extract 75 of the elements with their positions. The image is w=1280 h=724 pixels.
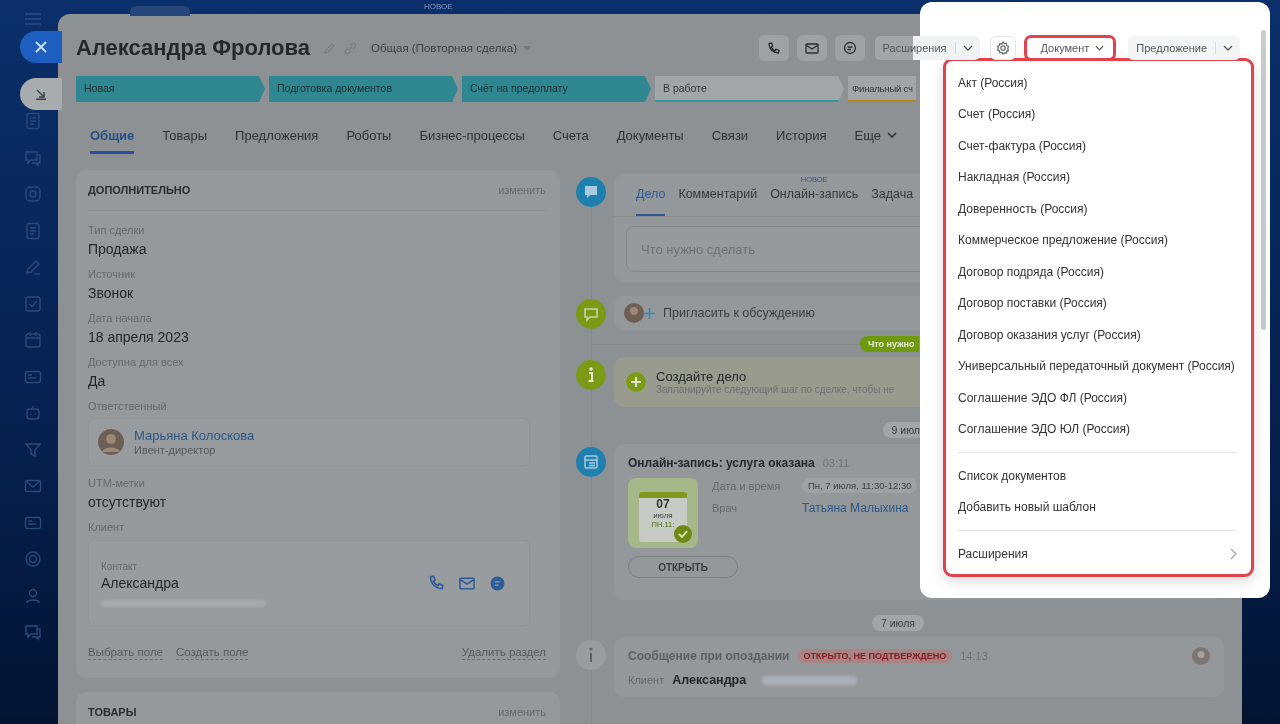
- menu-item[interactable]: Список документов: [946, 460, 1251, 492]
- tab[interactable]: Предложения: [235, 116, 319, 154]
- menu-item[interactable]: Счет (Россия): [946, 98, 1251, 130]
- day-number: 07: [656, 498, 670, 511]
- invite-label: Пригласить к обсуждению: [663, 306, 815, 320]
- menu-item-label: Коммерческое предложение (Россия): [958, 233, 1168, 248]
- person-link[interactable]: Марьяна Колоскова: [134, 428, 255, 444]
- extensions-button[interactable]: Расширения: [874, 36, 980, 60]
- tab[interactable]: Общие: [90, 116, 135, 154]
- menu-item-label: Договор поставки (Россия): [958, 296, 1107, 311]
- activity-tab[interactable]: Дело: [636, 174, 666, 216]
- menu-item-label: Счет-фактура (Россия): [958, 138, 1086, 153]
- offer-button[interactable]: Предложение: [1128, 36, 1240, 60]
- menu-item[interactable]: Акт (Россия): [946, 67, 1251, 99]
- stage-step[interactable]: В работе: [655, 76, 844, 102]
- menu-item-label: Счет (Россия): [958, 107, 1036, 122]
- tab[interactable]: Счета: [552, 116, 589, 154]
- menu-item[interactable]: Накладная (Россия): [946, 161, 1251, 193]
- tab-label: Задача: [871, 187, 914, 201]
- message-title: Сообщение при опоздании: [628, 649, 790, 663]
- tab-label: Комментарий: [678, 187, 758, 201]
- status-badge: ОТКРЫТО, НЕ ПОДТВЕРЖДЕНО: [797, 649, 953, 663]
- todo-pill: Что нужно: [860, 336, 920, 352]
- create-task-title: Создайте дело: [656, 369, 748, 384]
- menu-item-label: Расширения: [958, 546, 1028, 561]
- month-label: июля: [653, 511, 673, 520]
- tab[interactable]: Связи: [711, 116, 749, 154]
- person-role: Ивент-директор: [134, 444, 217, 456]
- menu-item-label: Соглашение ЭДО ЮЛ (Россия): [958, 422, 1130, 437]
- client-name: Александра: [672, 673, 747, 687]
- menu-item-label: Договор оказания услуг (Россия): [958, 327, 1141, 342]
- menu-item-label: Добавить новый шаблон: [958, 500, 1096, 515]
- field-link[interactable]: Создать поле: [176, 644, 249, 660]
- section-title: ДОПОЛНИТЕЛЬНО: [88, 184, 191, 196]
- tab[interactable]: Бизнес-процессы: [419, 116, 525, 154]
- stage-step[interactable]: Новая: [76, 76, 265, 102]
- menu-item[interactable]: Соглашение ЭДО ЮЛ (Россия): [946, 413, 1251, 445]
- field-value: Да: [88, 372, 107, 391]
- menu-item-label: Список документов: [958, 468, 1067, 483]
- date-time-chip: Пн, 7 июля, 11:30-12:30: [802, 478, 918, 493]
- tab-label: Онлайн-запись: [770, 187, 859, 201]
- menu-item-label: Доверенность (Россия): [958, 201, 1088, 216]
- tab[interactable]: Еще: [854, 116, 897, 154]
- contact-name: Александра: [101, 574, 180, 592]
- menu-item[interactable]: Добавить новый шаблон: [946, 491, 1251, 523]
- tab[interactable]: История: [776, 116, 827, 154]
- field-value: Звонок: [88, 284, 135, 303]
- new-label: НОВОЕ: [424, 2, 453, 11]
- menu-item-label: Акт (Россия): [958, 75, 1028, 90]
- tab[interactable]: Документы: [616, 116, 684, 154]
- activity-tab[interactable]: Комментарий: [678, 174, 758, 216]
- menu-item[interactable]: Доверенность (Россия): [946, 193, 1251, 225]
- delete-section-link[interactable]: Удалить раздел: [461, 644, 546, 660]
- activity-tab[interactable]: Задача: [871, 174, 914, 216]
- category-selector[interactable]: Общая (Повторная сделка): [365, 42, 531, 54]
- tab-label: Дело: [636, 187, 666, 201]
- section-title: ТОВАРЫ: [88, 706, 137, 718]
- tab[interactable]: Товары: [162, 116, 208, 154]
- menu-item-label: Накладная (Россия): [958, 170, 1070, 185]
- field-value: отсутствуют: [88, 493, 168, 512]
- menu-item-label: Соглашение ЭДО ФЛ (Россия): [958, 390, 1128, 405]
- field-link[interactable]: Выбрать поле: [88, 644, 163, 660]
- deal-title: Александра Фролова: [76, 35, 310, 61]
- booking-title: Онлайн-запись: услуга оказана: [628, 456, 815, 470]
- field-value: Продажа: [88, 240, 148, 259]
- tab[interactable]: Роботы: [346, 116, 392, 154]
- document-button[interactable]: Документ: [1023, 35, 1117, 61]
- field-value: 18 апреля 2023: [88, 328, 190, 347]
- doctor-link[interactable]: Татьяна Малыхина: [802, 501, 918, 515]
- stage-step[interactable]: Финальный сч: [848, 76, 916, 102]
- menu-item[interactable]: Счет-фактура (Россия): [946, 130, 1251, 162]
- date-chip: 7 июля: [871, 615, 924, 631]
- stage-step[interactable]: Счёт на предоплату: [462, 76, 651, 102]
- stage-step[interactable]: Подготовка документов: [269, 76, 458, 102]
- menu-item[interactable]: Расширения: [946, 538, 1251, 570]
